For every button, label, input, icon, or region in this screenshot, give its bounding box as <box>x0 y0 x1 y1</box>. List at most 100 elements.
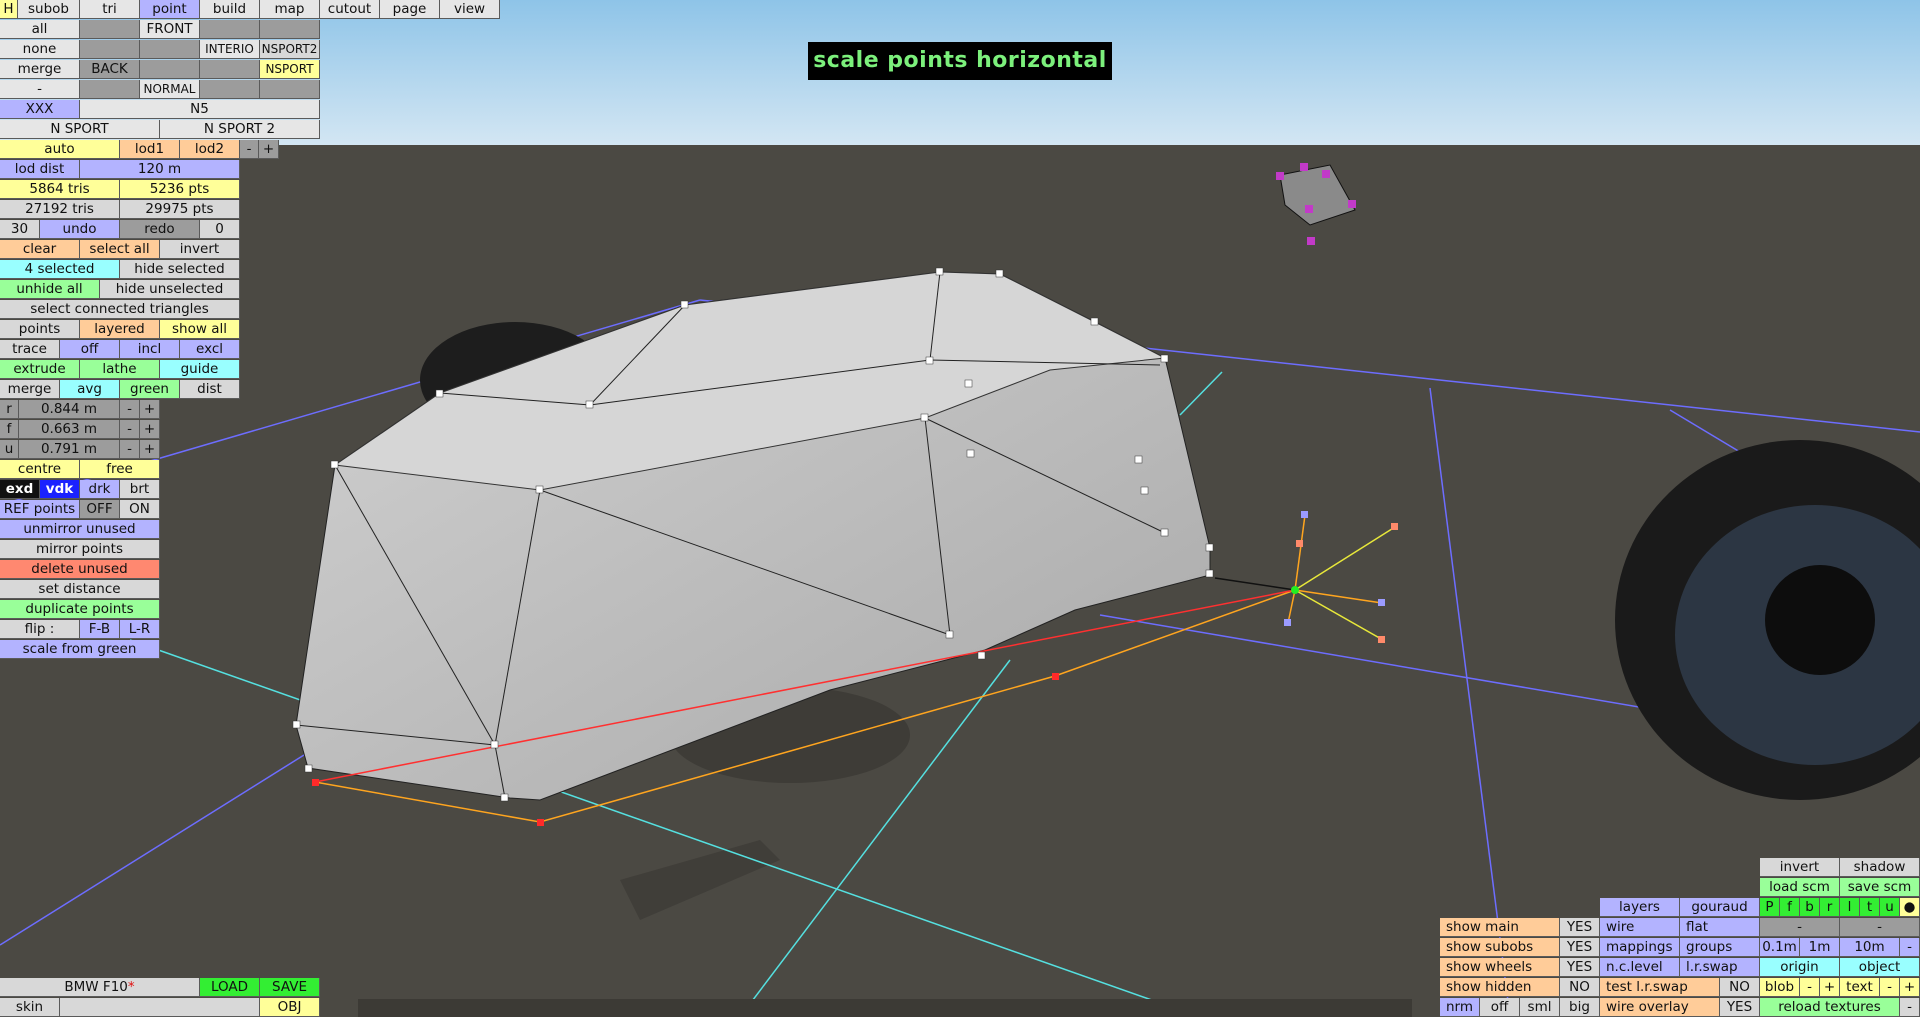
coord-value-r[interactable]: 0.844 m <box>19 400 120 419</box>
display-minus-1[interactable]: - <box>1760 918 1840 937</box>
view-back[interactable]: BACK <box>80 60 140 79</box>
show-main-label[interactable]: show main <box>1440 918 1560 937</box>
show-subobs-label[interactable]: show subobs <box>1440 938 1560 957</box>
tab-view[interactable]: view <box>440 0 500 19</box>
trace-incl-button[interactable]: incl <box>120 340 180 359</box>
layers-button[interactable]: layers <box>1600 898 1680 917</box>
lathe-button[interactable]: lathe <box>80 360 160 379</box>
unmirror-unused-button[interactable]: unmirror unused <box>0 520 160 539</box>
mirror-points-button[interactable]: mirror points <box>0 540 160 559</box>
view-merge[interactable]: merge <box>0 60 80 79</box>
mappings-button[interactable]: mappings <box>1600 938 1680 957</box>
dist-button[interactable]: dist <box>180 380 240 399</box>
duplicate-points-button[interactable]: duplicate points <box>0 600 160 619</box>
lod-name-n5[interactable]: N5 <box>80 100 320 119</box>
flip-fb-button[interactable]: F-B <box>80 620 120 639</box>
view-slot[interactable] <box>200 20 260 39</box>
view-front[interactable]: FRONT <box>140 20 200 39</box>
size-sml-button[interactable]: sml <box>1520 998 1560 1017</box>
shade-exd-button[interactable]: exd <box>0 480 40 499</box>
avg-button[interactable]: avg <box>60 380 120 399</box>
display-minus-2[interactable]: - <box>1840 918 1920 937</box>
size-off-button[interactable]: off <box>1480 998 1520 1017</box>
file-name[interactable]: BMW F10* <box>0 978 200 997</box>
shade-drk-button[interactable]: drk <box>80 480 120 499</box>
view-none[interactable]: none <box>0 40 80 59</box>
lod-name-nsport2[interactable]: N SPORT 2 <box>160 120 320 139</box>
coord-value-f[interactable]: 0.663 m <box>19 420 120 439</box>
ref-on-button[interactable]: ON <box>120 500 160 519</box>
text-plus-button[interactable]: + <box>1900 978 1920 997</box>
tab-build[interactable]: build <box>200 0 260 19</box>
trace-off-button[interactable]: off <box>60 340 120 359</box>
invert-selection-button[interactable]: invert <box>160 240 240 259</box>
view-slot[interactable] <box>260 80 320 99</box>
show-hidden-toggle[interactable]: NO <box>1560 978 1600 997</box>
hide-unselected-button[interactable]: hide unselected <box>100 280 240 299</box>
tab-page[interactable]: page <box>380 0 440 19</box>
invert-view-button[interactable]: invert <box>1760 858 1840 877</box>
trace-excl-button[interactable]: excl <box>180 340 240 359</box>
redo-button[interactable]: redo <box>120 220 200 239</box>
show-all-button[interactable]: show all <box>160 320 240 339</box>
view-slot[interactable] <box>140 40 200 59</box>
show-wheels-label[interactable]: show wheels <box>1440 958 1560 977</box>
view-slot[interactable] <box>260 20 320 39</box>
set-distance-button[interactable]: set distance <box>0 580 160 599</box>
view-l-button[interactable]: l <box>1840 898 1860 917</box>
size-big-button[interactable]: big <box>1560 998 1600 1017</box>
ref-off-button[interactable]: OFF <box>80 500 120 519</box>
view-nsport2[interactable]: NSPORT2 <box>260 40 320 59</box>
reload-minus-button[interactable]: - <box>1900 998 1920 1017</box>
tab-point[interactable]: point <box>140 0 200 19</box>
skin-field[interactable] <box>60 998 260 1017</box>
test-lr-swap-toggle[interactable]: NO <box>1720 978 1760 997</box>
trace-button[interactable]: trace <box>0 340 60 359</box>
points-mode-button[interactable]: points <box>0 320 80 339</box>
coord-r-plus-button[interactable]: + <box>140 400 160 419</box>
view-p-button[interactable]: P <box>1760 898 1780 917</box>
shade-vdk-button[interactable]: vdk <box>40 480 80 499</box>
coord-u-minus-button[interactable]: - <box>120 440 140 459</box>
view-interior[interactable]: INTERIO <box>200 40 260 59</box>
tab-cutout[interactable]: cutout <box>320 0 380 19</box>
grid-01m-button[interactable]: 0.1m <box>1760 938 1800 957</box>
lod-auto-button[interactable]: auto <box>0 140 120 159</box>
dot-icon[interactable]: ● <box>1900 898 1920 917</box>
green-button[interactable]: green <box>120 380 180 399</box>
lod-dist-value[interactable]: 120 m <box>80 160 240 179</box>
tab-tri[interactable]: tri <box>80 0 140 19</box>
test-lr-swap-button[interactable]: test l.r.swap <box>1600 978 1720 997</box>
view-r-button[interactable]: r <box>1820 898 1840 917</box>
load-button[interactable]: LOAD <box>200 978 260 997</box>
text-button[interactable]: text <box>1840 978 1880 997</box>
coord-u-plus-button[interactable]: + <box>140 440 160 459</box>
view-all[interactable]: all <box>0 20 80 39</box>
flip-lr-button[interactable]: L-R <box>120 620 160 639</box>
shadow-button[interactable]: shadow <box>1840 858 1920 877</box>
lod-name-xxx[interactable]: XXX <box>0 100 80 119</box>
size-nrm-button[interactable]: nrm <box>1440 998 1480 1017</box>
lr-swap-button[interactable]: l.r.swap <box>1680 958 1760 977</box>
blob-minus-button[interactable]: - <box>1800 978 1820 997</box>
view-f-button[interactable]: f <box>1780 898 1800 917</box>
grid-1m-button[interactable]: 1m <box>1800 938 1840 957</box>
delete-unused-button[interactable]: delete unused <box>0 560 160 579</box>
clear-selection-button[interactable]: clear <box>0 240 80 259</box>
extrude-button[interactable]: extrude <box>0 360 80 379</box>
select-connected-triangles-button[interactable]: select connected triangles <box>0 300 240 319</box>
view-nsport[interactable]: NSPORT <box>260 60 320 79</box>
view-u-button[interactable]: u <box>1880 898 1900 917</box>
text-minus-button[interactable]: - <box>1880 978 1900 997</box>
view-t-button[interactable]: t <box>1860 898 1880 917</box>
groups-button[interactable]: groups <box>1680 938 1760 957</box>
tab-h[interactable]: H <box>0 0 18 19</box>
coord-f-plus-button[interactable]: + <box>140 420 160 439</box>
coord-f-minus-button[interactable]: - <box>120 420 140 439</box>
layered-mode-button[interactable]: layered <box>80 320 160 339</box>
grid-10m-button[interactable]: 10m <box>1840 938 1900 957</box>
save-scm-button[interactable]: save scm <box>1840 878 1920 897</box>
grid-minus-button[interactable]: - <box>1900 938 1920 957</box>
view-slot[interactable] <box>200 80 260 99</box>
view-dash[interactable]: - <box>0 80 80 99</box>
